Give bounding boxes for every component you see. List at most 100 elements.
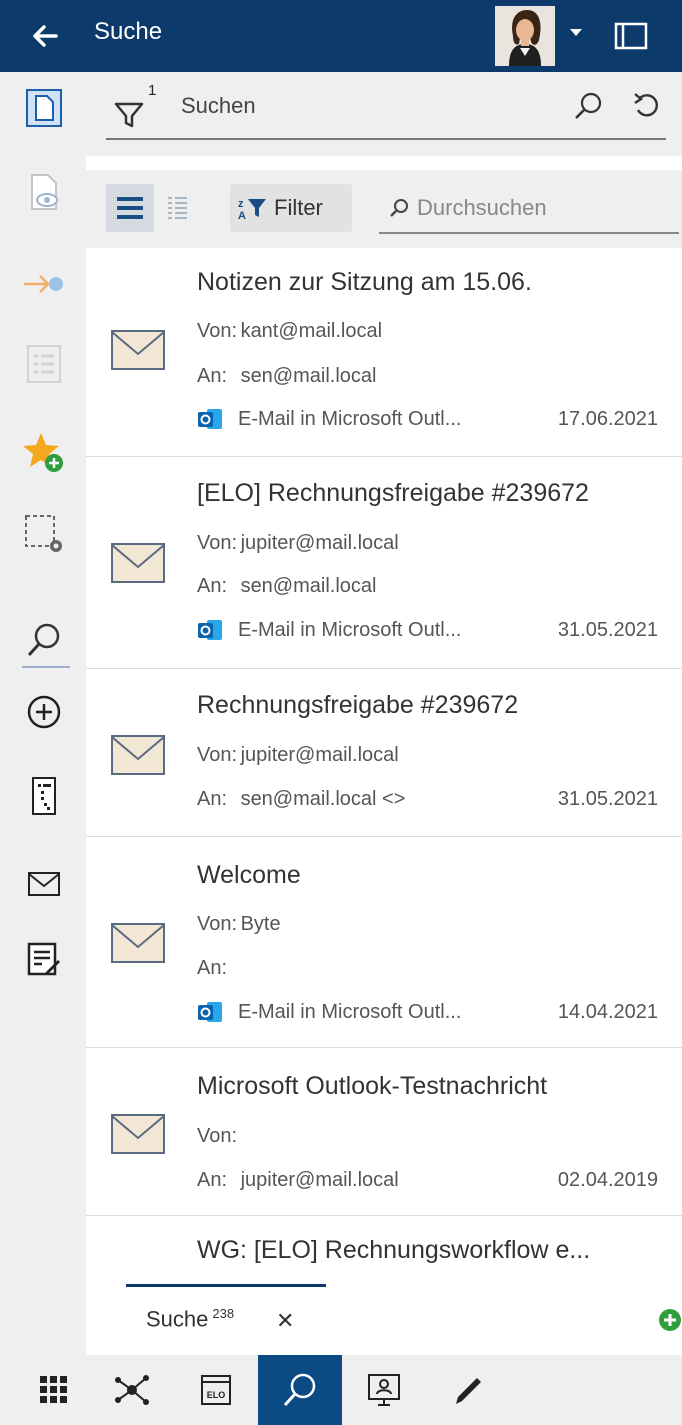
reset-icon[interactable]: [631, 90, 663, 122]
item-subject: [ELO] Rechnungsfreigabe #239672: [197, 479, 589, 507]
to-label: An:: [197, 575, 228, 597]
item-to: sen@mail.local: [240, 575, 377, 597]
search-input[interactable]: Suchen: [181, 93, 256, 119]
search-underline: [106, 138, 666, 140]
search-icon: [390, 199, 408, 217]
item-type: E-Mail in Microsoft Outl...: [238, 408, 462, 430]
filter-icon[interactable]: [112, 94, 146, 130]
to-label: An:: [197, 788, 228, 810]
outlook-icon: [197, 406, 223, 432]
item-to: sen@mail.local: [240, 365, 377, 387]
item-from: jupiter@mail.local: [240, 532, 399, 554]
item-date: 31.05.2021: [557, 619, 658, 641]
item-from: jupiter@mail.local: [240, 744, 399, 766]
mail-icon: [111, 1114, 165, 1154]
search-bar: 1 Suchen: [86, 72, 682, 156]
mail-icon: [111, 923, 165, 963]
item-subject: Welcome: [197, 861, 301, 889]
preview-icon[interactable]: [22, 170, 66, 214]
list-item[interactable]: Welcome Von: Byte An: E-Mail in Microsof…: [86, 837, 682, 1048]
item-from: kant@mail.local: [240, 320, 383, 342]
result-toolbar: zA Filter Durchsuchen: [86, 170, 682, 248]
page-title: Suche: [94, 18, 163, 45]
mail-icon: [111, 330, 165, 370]
mail-icon: [111, 543, 165, 583]
item-to: sen@mail.local <>: [240, 788, 406, 810]
list-item[interactable]: [ELO] Rechnungsfreigabe #239672 Von: jup…: [86, 457, 682, 669]
sort-filter-icon: zA: [238, 198, 266, 221]
to-label: An:: [197, 1169, 228, 1191]
from-label: Von:: [197, 744, 238, 766]
add-tab-icon[interactable]: [658, 1308, 682, 1332]
item-to: jupiter@mail.local: [240, 1169, 399, 1191]
sidebar: [0, 72, 86, 1355]
svg-text:A: A: [238, 210, 246, 221]
list-item[interactable]: Microsoft Outlook-Testnachricht Von: An:…: [86, 1048, 682, 1216]
from-label: Von:: [197, 913, 238, 935]
to-label: An:: [197, 365, 228, 387]
panel-icon[interactable]: [614, 20, 648, 52]
add-icon[interactable]: [22, 690, 66, 734]
item-type: E-Mail in Microsoft Outl...: [238, 619, 462, 641]
tab-search-count: 238: [212, 1306, 235, 1321]
svg-text:ELO: ELO: [207, 1390, 226, 1400]
tab-search-label: Suche: [146, 1306, 209, 1332]
from-label: Von:: [197, 1125, 238, 1147]
bottom-nav: ELO: [0, 1355, 682, 1425]
item-type: E-Mail in Microsoft Outl...: [238, 1001, 462, 1023]
from-label: Von:: [197, 532, 238, 554]
list-item[interactable]: Rechnungsfreigabe #239672 Von: jupiter@m…: [86, 669, 682, 837]
filter-count-badge: 1: [148, 82, 157, 99]
from-label: Von:: [197, 320, 238, 342]
avatar[interactable]: [495, 6, 555, 66]
chevron-down-icon[interactable]: [566, 22, 586, 42]
mail-icon: [111, 735, 165, 775]
apps-grid-icon[interactable]: [12, 1355, 96, 1425]
list-mode-button[interactable]: [106, 184, 154, 232]
outlook-icon: [197, 999, 223, 1025]
pen-icon[interactable]: [426, 1355, 510, 1425]
top-bar: Suche: [0, 0, 682, 72]
item-subject: WG: [ELO] Rechnungsworkflow e...: [197, 1236, 591, 1264]
tab-search[interactable]: Suche 238: [146, 1306, 234, 1332]
list-item[interactable]: Notizen zur Sitzung am 15.06. Von: kant@…: [86, 248, 682, 457]
tab-active-indicator: [126, 1284, 326, 1287]
edit-list-icon[interactable]: [22, 938, 66, 982]
item-date: 14.04.2021: [557, 1001, 658, 1023]
spacer: [86, 156, 682, 170]
arrow-left-icon[interactable]: [26, 16, 66, 56]
selection-settings-icon[interactable]: [22, 512, 66, 556]
form-icon[interactable]: [22, 774, 66, 818]
item-subject: Notizen zur Sitzung am 15.06.: [197, 268, 532, 296]
network-icon[interactable]: [90, 1355, 174, 1425]
list-item[interactable]: WG: [ELO] Rechnungsworkflow e...: [86, 1216, 682, 1270]
filter-button[interactable]: zA Filter: [230, 184, 352, 232]
sidebar-divider: [22, 666, 70, 668]
detail-mode-button[interactable]: [160, 184, 196, 232]
tab-bar: Suche 238 ✕: [86, 1270, 682, 1355]
browse-input[interactable]: Durchsuchen: [379, 184, 679, 234]
search-submit-icon[interactable]: [572, 90, 604, 122]
add-favorite-icon[interactable]: [22, 430, 66, 474]
document-view-icon[interactable]: [22, 86, 66, 130]
item-date: 31.05.2021: [557, 788, 658, 810]
presentation-user-icon[interactable]: [342, 1355, 426, 1425]
search-icon[interactable]: [22, 618, 66, 662]
close-icon[interactable]: ✕: [276, 1308, 294, 1334]
workflow-forward-icon[interactable]: [22, 262, 66, 306]
svg-text:z: z: [238, 198, 244, 210]
to-label: An:: [197, 957, 228, 979]
list-view-icon[interactable]: [22, 342, 66, 386]
search-icon[interactable]: [258, 1355, 342, 1425]
filter-button-label: Filter: [274, 195, 323, 220]
elo-repository-icon[interactable]: ELO: [174, 1355, 258, 1425]
item-date: 17.06.2021: [557, 408, 658, 430]
result-list: Notizen zur Sitzung am 15.06. Von: kant@…: [86, 248, 682, 1270]
item-from: Byte: [240, 913, 281, 935]
browse-placeholder: Durchsuchen: [417, 195, 547, 220]
outlook-icon: [197, 617, 223, 643]
item-date: 02.04.2019: [557, 1169, 658, 1191]
item-subject: Microsoft Outlook-Testnachricht: [197, 1072, 548, 1100]
mail-icon[interactable]: [22, 862, 66, 906]
item-subject: Rechnungsfreigabe #239672: [197, 691, 519, 719]
